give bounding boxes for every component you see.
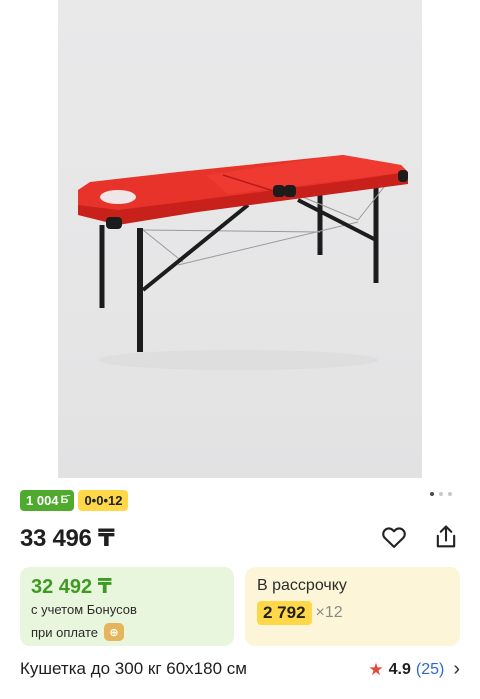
kaspi-pay-icon: ⊕ bbox=[103, 623, 124, 641]
installment-label: В рассрочку bbox=[257, 577, 347, 594]
product-actions bbox=[380, 523, 460, 551]
installment-times: ×12 bbox=[315, 604, 343, 621]
product-rating[interactable]: ★ 4.9 (25) › bbox=[368, 658, 460, 681]
bonus-icon: Б̄ bbox=[60, 494, 69, 506]
installment-badge-code: 0•0•12 bbox=[84, 493, 123, 508]
installment-row: 2 792 ×12 bbox=[257, 601, 343, 625]
chevron-right-icon: › bbox=[453, 658, 460, 680]
installment-amount: 2 792 bbox=[257, 601, 312, 625]
product-title: Кушетка до 300 кг 60х180 см bbox=[20, 659, 247, 678]
carousel-dot[interactable] bbox=[448, 492, 452, 496]
review-count-link[interactable]: (25) bbox=[416, 661, 444, 679]
bonus-price-card[interactable]: 32 492 ₸ с учетом Бонусов при оплате ⊕ bbox=[20, 567, 234, 646]
image-carousel-dots[interactable] bbox=[430, 492, 452, 496]
favorite-heart-icon[interactable] bbox=[380, 523, 408, 551]
bonus-payment-label: при оплате bbox=[31, 624, 98, 640]
bonus-badge-amount: 1 004 bbox=[26, 493, 59, 508]
bonus-payment-caption: при оплате ⊕ bbox=[31, 623, 124, 641]
installment-card[interactable]: В рассрочку 2 792 ×12 bbox=[245, 567, 460, 646]
star-icon: ★ bbox=[368, 659, 384, 679]
rating-value: 4.9 bbox=[388, 660, 411, 678]
carousel-dot[interactable] bbox=[439, 492, 443, 496]
bonus-caption: с учетом Бонусов bbox=[31, 602, 137, 617]
product-image[interactable] bbox=[58, 0, 422, 478]
share-icon[interactable] bbox=[432, 523, 460, 551]
carousel-dot-active[interactable] bbox=[430, 492, 434, 496]
promo-badges: 1 004 Б̄ 0•0•12 bbox=[20, 490, 129, 511]
installment-badge: 0•0•12 bbox=[78, 490, 129, 511]
bonus-badge: 1 004 Б̄ bbox=[20, 490, 75, 511]
bonus-price: 32 492 ₸ bbox=[31, 576, 112, 598]
product-price: 33 496 ₸ bbox=[20, 525, 115, 552]
